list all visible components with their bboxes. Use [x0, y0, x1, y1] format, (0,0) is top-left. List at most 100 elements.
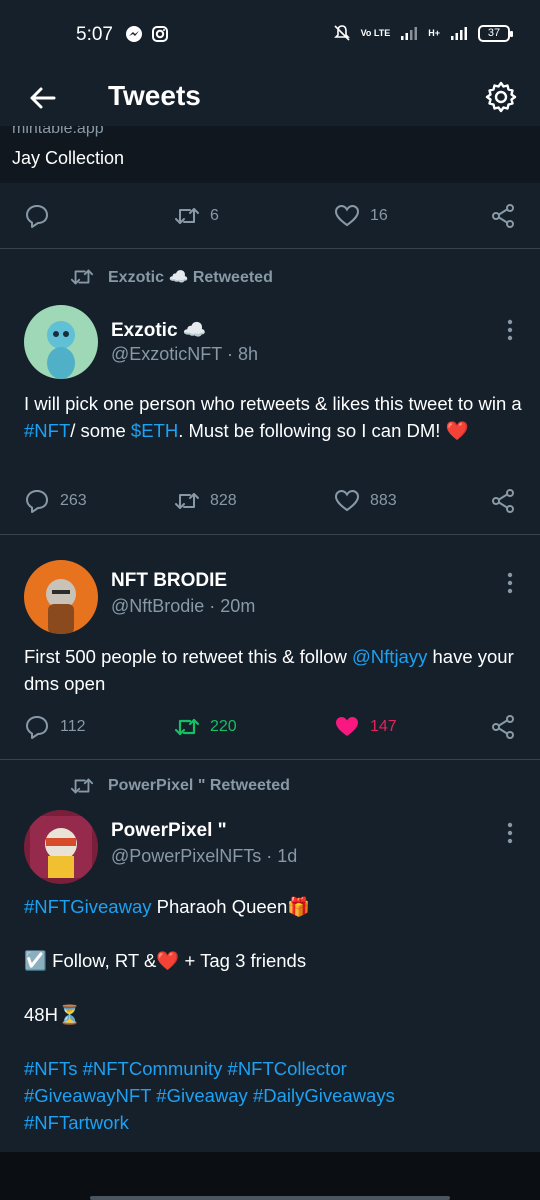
link-preview-card[interactable]: mintable.app Jay Collection — [0, 126, 540, 183]
text-line — [24, 974, 524, 1001]
text-line: #NFTGiveaway Pharaoh Queen🎁 — [24, 893, 524, 920]
hashtag-link[interactable]: #NFTs #NFTCommunity #NFTCollector — [24, 1058, 347, 1079]
reply-count: 112 — [60, 718, 86, 735]
share-icon — [492, 204, 514, 228]
hashtag-link[interactable]: #GiveawayNFT #Giveaway #DailyGiveaways — [24, 1085, 395, 1106]
like-count: 883 — [370, 492, 397, 509]
like-button[interactable]: 883 — [334, 481, 397, 521]
retweet-icon — [70, 778, 94, 794]
hashtag-link[interactable]: @Nftjayy — [352, 646, 427, 667]
signal-icon — [401, 27, 418, 40]
battery-icon: 37 — [478, 24, 513, 42]
tweet[interactable]: NFT BRODIE @NftBrodie · 20m First 500 pe… — [0, 535, 540, 759]
status-time: 5:07 — [76, 24, 113, 45]
heart-icon — [334, 204, 360, 227]
reply-icon — [26, 205, 48, 228]
text-segment: 48H⏳ — [24, 1004, 81, 1025]
text-segment: / some — [70, 420, 131, 441]
like-count: 147 — [370, 718, 397, 735]
avatar-image — [24, 560, 98, 634]
hashtag-link[interactable]: $ETH — [131, 420, 178, 441]
tweet-actions: 112 220 147 — [0, 707, 540, 747]
gesture-bar — [90, 1196, 450, 1200]
avatar[interactable] — [24, 560, 98, 634]
heart-icon — [334, 489, 360, 512]
hashtag-link[interactable]: #NFTartwork — [24, 1112, 129, 1133]
retweet-icon — [175, 493, 199, 509]
share-button[interactable] — [490, 196, 516, 236]
app-header: Tweets — [0, 70, 540, 126]
like-count: 16 — [370, 207, 388, 224]
tweet-text: I will pick one person who retweets & li… — [24, 390, 524, 444]
retweet-icon — [175, 208, 199, 224]
retweet-banner: Exzotic ☁️ Retweeted — [70, 265, 273, 289]
back-arrow-icon[interactable] — [26, 82, 58, 114]
volte-label: Vo LTE — [360, 27, 391, 38]
display-name[interactable]: NFT BRODIE — [111, 570, 227, 592]
retweeted-by-label: Exzotic ☁️ Retweeted — [108, 269, 273, 286]
heart-filled-icon — [336, 717, 358, 736]
text-line: #NFTs #NFTCommunity #NFTCollector — [24, 1055, 524, 1082]
text-segment: First 500 people to retweet this & follo… — [24, 646, 353, 667]
tweet-actions: 6 16 — [0, 196, 540, 236]
reply-icon — [26, 716, 48, 739]
reply-count: 263 — [60, 492, 87, 509]
share-button[interactable] — [490, 481, 516, 521]
more-options-icon[interactable] — [500, 318, 520, 342]
retweeted-by-label: PowerPixel " Retweeted — [108, 777, 290, 794]
retweet-button[interactable]: 220 — [174, 707, 237, 747]
text-segment: ☑️ Follow, RT &❤️ + Tag 3 friends — [24, 950, 307, 971]
text-line: 48H⏳ — [24, 1001, 524, 1028]
like-button[interactable]: 147 — [334, 707, 397, 747]
reply-icon — [26, 490, 48, 513]
text-line: #NFTartwork — [24, 1109, 524, 1136]
handle-and-time: @NftBrodie · 20m — [111, 596, 256, 616]
like-button[interactable]: 16 — [334, 196, 388, 236]
tweet[interactable]: PowerPixel " Retweeted PowerPixel " @Pow… — [0, 760, 540, 1152]
hashtag-link[interactable]: #NFTGiveaway — [24, 896, 151, 917]
retweet-button[interactable]: 828 — [174, 481, 237, 521]
retweet-banner: PowerPixel " Retweeted — [70, 774, 290, 798]
text-line — [24, 920, 524, 947]
instagram-icon — [152, 26, 168, 42]
text-line: #GiveawayNFT #Giveaway #DailyGiveaways — [24, 1082, 524, 1109]
handle-and-time: @ExzoticNFT · 8h — [111, 344, 258, 364]
retweet-icon — [70, 269, 94, 285]
share-icon — [492, 715, 514, 739]
page-title: Tweets — [108, 80, 201, 111]
card-title: Jay Collection — [12, 148, 125, 168]
text-segment: . Must be following so I can DM! ❤️ — [178, 420, 469, 441]
card-domain: mintable.app — [12, 126, 104, 137]
display-name[interactable]: PowerPixel " — [111, 820, 227, 842]
retweet-count: 6 — [210, 207, 219, 224]
settings-gear-icon[interactable] — [484, 80, 518, 114]
signal-icon-2 — [451, 27, 467, 40]
display-name[interactable]: Exzotic ☁️ — [111, 318, 206, 342]
text-line — [24, 1028, 524, 1055]
reply-button[interactable] — [24, 196, 60, 236]
retweet-button[interactable]: 6 — [174, 196, 219, 236]
text-segment: I will pick one person who retweets & li… — [24, 393, 522, 414]
next-tweet-media-preview — [0, 1152, 540, 1200]
retweet-count: 220 — [210, 718, 237, 735]
status-icons: Vo LTE H+ 37 — [333, 24, 513, 42]
reply-button[interactable]: 112 — [24, 707, 86, 747]
tweet-text: First 500 people to retweet this & follo… — [24, 643, 524, 697]
retweet-count: 828 — [210, 492, 237, 509]
avatar[interactable] — [24, 305, 98, 379]
text-segment: Pharaoh Queen🎁 — [151, 896, 311, 917]
avatar[interactable] — [24, 810, 98, 884]
reply-button[interactable]: 263 — [24, 481, 87, 521]
tweet[interactable]: Exzotic ☁️ Retweeted Exzotic ☁️ @Exzotic… — [0, 249, 540, 534]
avatar-image — [24, 305, 98, 379]
hashtag-link[interactable]: #NFT — [24, 420, 70, 441]
more-options-icon[interactable] — [500, 821, 520, 845]
mute-icon — [333, 25, 350, 41]
status-bar: 5:07 Vo LTE H+ 37 — [0, 0, 540, 70]
tweet-actions: 263 828 883 — [0, 481, 540, 521]
more-options-icon[interactable] — [500, 571, 520, 595]
network-type-label: H+ — [428, 27, 440, 38]
share-button[interactable] — [490, 707, 516, 747]
retweet-icon — [174, 718, 200, 736]
handle-and-time: @PowerPixelNFTs · 1d — [111, 846, 298, 866]
